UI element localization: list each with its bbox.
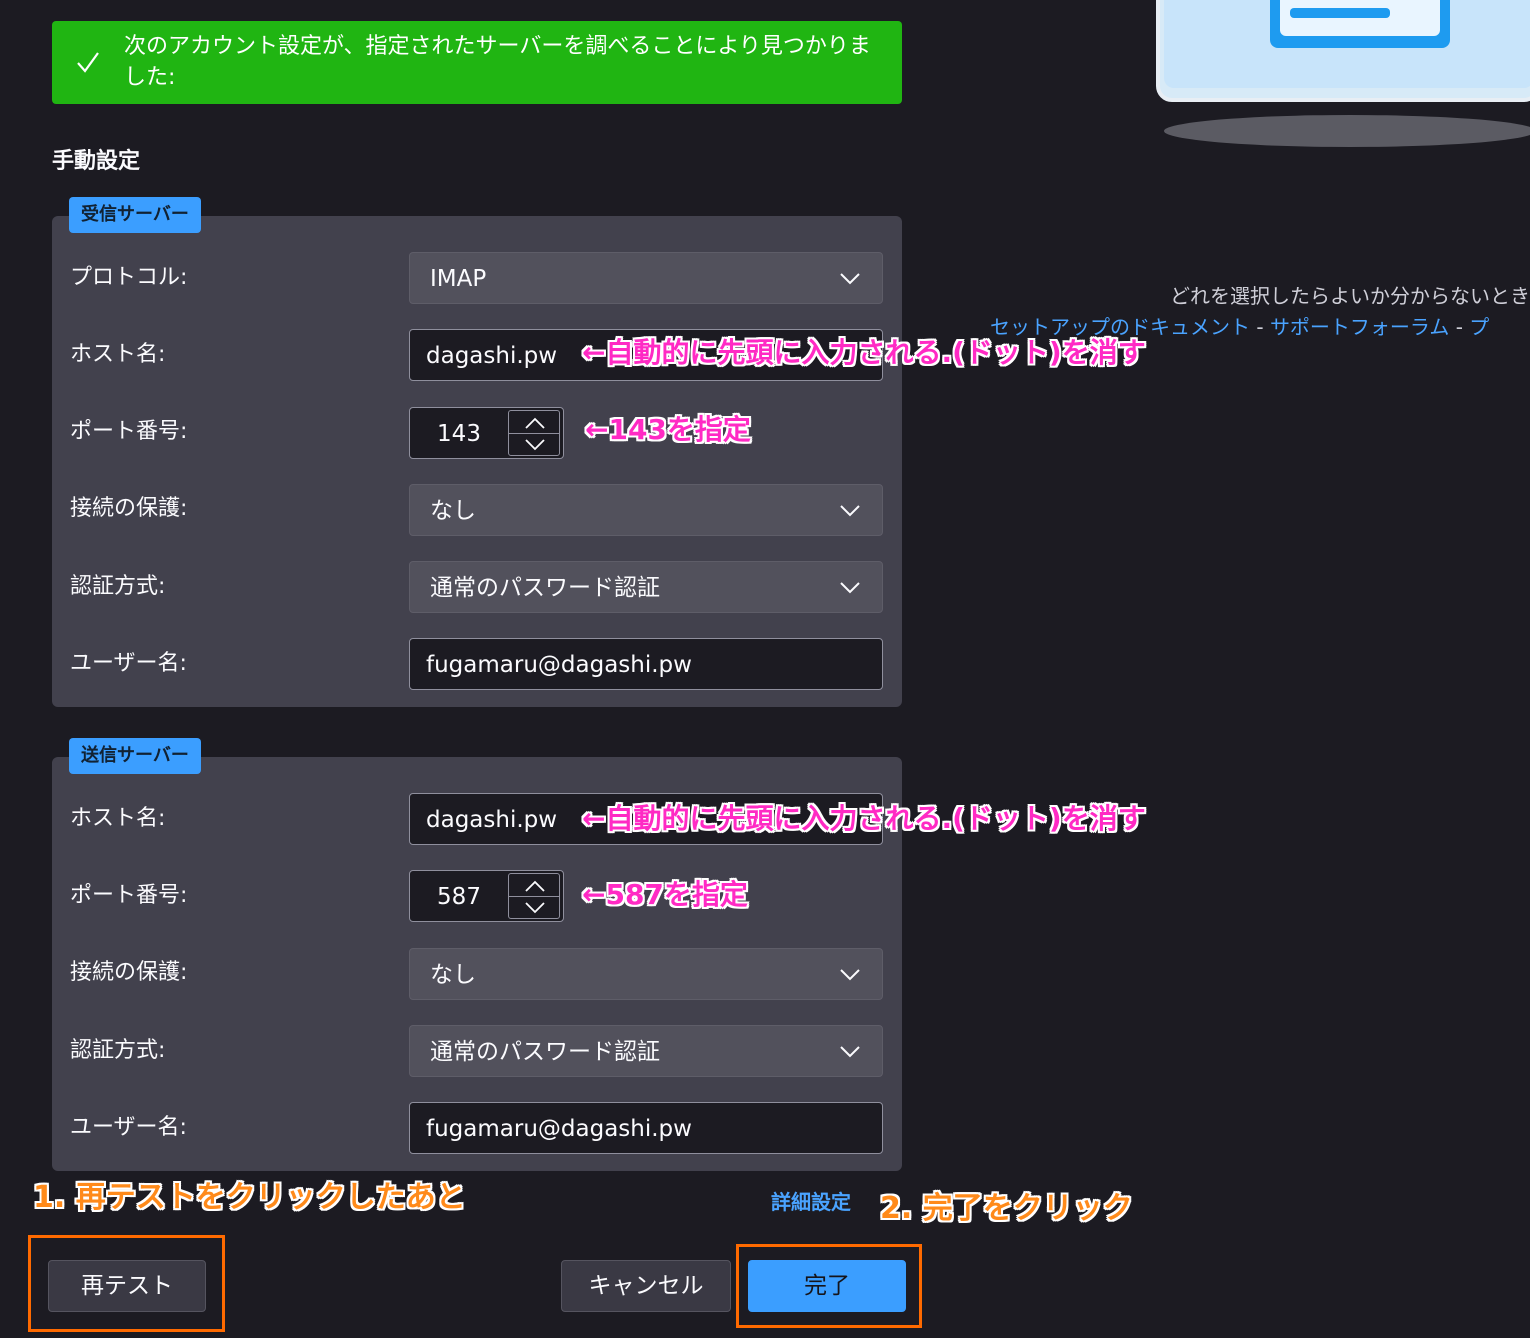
outgoing-server-legend: 送信サーバー (69, 738, 201, 774)
done-button[interactable]: 完了 (748, 1260, 906, 1312)
annotation-incoming-host: ←自動的に先頭に入力される.(ドット)を消す (582, 336, 1146, 369)
privacy-link[interactable]: プ (1469, 315, 1489, 339)
outgoing-auth-value: 通常のパスワード認証 (430, 1039, 660, 1065)
chevron-down-icon (840, 582, 860, 594)
annotation-step1: 1. 再テストをクリックしたあと (33, 1180, 466, 1215)
outgoing-security-select[interactable]: なし (409, 948, 883, 1000)
outgoing-port-stepper[interactable] (508, 873, 560, 919)
incoming-protocol-value: IMAP (430, 266, 487, 292)
chevron-down-icon (840, 505, 860, 517)
incoming-protocol-select[interactable]: IMAP (409, 252, 883, 304)
link-separator: - (1449, 315, 1470, 339)
incoming-username-input[interactable]: fugamaru@dagashi.pw (409, 638, 883, 690)
setup-illustration (1150, 0, 1530, 150)
help-text: どれを選択したらよいか分からないとき (1170, 284, 1530, 308)
chevron-down-icon (840, 969, 860, 981)
incoming-server-legend: 受信サーバー (69, 197, 201, 233)
chevron-down-icon[interactable] (523, 901, 547, 915)
incoming-auth-label: 認証方式: (70, 574, 166, 599)
outgoing-port-value: 587 (437, 884, 481, 910)
outgoing-username-value: fugamaru@dagashi.pw (426, 1116, 692, 1142)
outgoing-port-label: ポート番号: (70, 883, 188, 908)
incoming-auth-value: 通常のパスワード認証 (430, 575, 660, 601)
outgoing-port-input[interactable]: 587 (409, 870, 564, 922)
outgoing-username-input[interactable]: fugamaru@dagashi.pw (409, 1102, 883, 1154)
incoming-username-value: fugamaru@dagashi.pw (426, 652, 692, 678)
incoming-security-select[interactable]: なし (409, 484, 883, 536)
outgoing-security-value: なし (430, 962, 476, 988)
incoming-auth-select[interactable]: 通常のパスワード認証 (409, 561, 883, 613)
retest-button[interactable]: 再テスト (48, 1260, 206, 1312)
incoming-port-label: ポート番号: (70, 419, 188, 444)
link-separator: - (1250, 315, 1270, 339)
outgoing-host-label: ホスト名: (70, 806, 166, 831)
chevron-down-icon[interactable] (523, 438, 547, 452)
checkmark-icon (77, 52, 99, 73)
chevron-up-icon[interactable] (523, 416, 547, 430)
chevron-down-icon (840, 1046, 860, 1058)
success-message: 次のアカウント設定が、指定されたサーバーを調べることにより見つかりました: (124, 34, 871, 90)
support-forum-link[interactable]: サポートフォーラム (1270, 315, 1449, 339)
annotation-outgoing-host: ←自動的に先頭に入力される.(ドット)を消す (582, 802, 1146, 835)
incoming-protocol-label: プロトコル: (70, 265, 188, 290)
annotation-incoming-port: ←143を指定 (585, 413, 751, 446)
incoming-security-label: 接続の保護: (70, 496, 188, 521)
incoming-host-label: ホスト名: (70, 342, 166, 367)
outgoing-host-value: dagashi.pw (426, 807, 558, 833)
outgoing-auth-label: 認証方式: (70, 1038, 166, 1063)
cancel-button[interactable]: キャンセル (561, 1260, 731, 1312)
annotation-step2: 2. 完了をクリック (880, 1191, 1133, 1226)
outgoing-username-label: ユーザー名: (70, 1115, 187, 1140)
incoming-username-label: ユーザー名: (70, 651, 187, 676)
manual-config-title: 手動設定 (52, 149, 141, 174)
incoming-port-value: 143 (437, 421, 481, 447)
chevron-up-icon[interactable] (523, 879, 547, 893)
incoming-port-stepper[interactable] (508, 410, 560, 456)
incoming-port-input[interactable]: 143 (409, 407, 564, 459)
advanced-settings-link[interactable]: 詳細設定 (771, 1186, 851, 1215)
outgoing-auth-select[interactable]: 通常のパスワード認証 (409, 1025, 883, 1077)
incoming-host-value: dagashi.pw (426, 343, 558, 369)
success-banner: 次のアカウント設定が、指定されたサーバーを調べることにより見つかりました: (52, 21, 902, 104)
incoming-security-value: なし (430, 498, 476, 524)
chevron-down-icon (840, 273, 860, 285)
annotation-outgoing-port: ←587を指定 (582, 878, 748, 911)
outgoing-security-label: 接続の保護: (70, 960, 188, 985)
